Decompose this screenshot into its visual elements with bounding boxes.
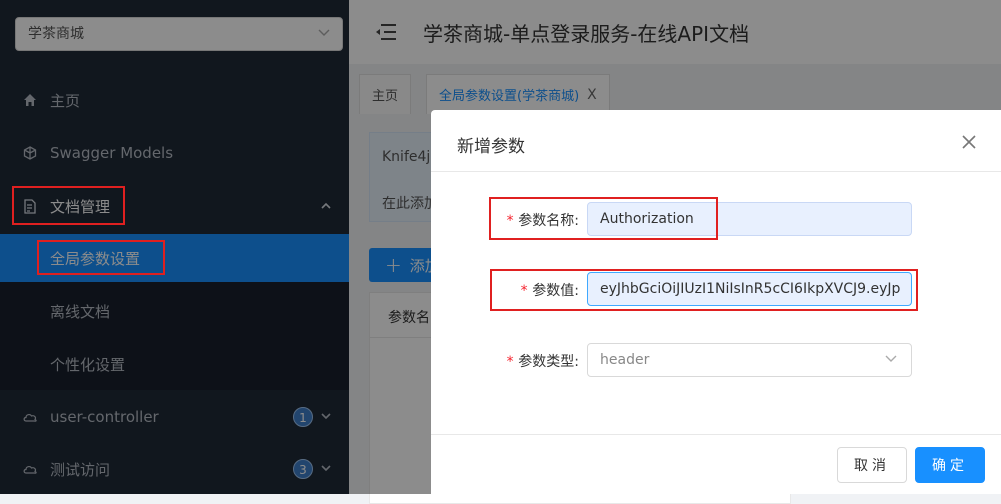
confirm-button[interactable]: 确定	[915, 447, 985, 483]
field-label: * 参数类型:	[505, 354, 579, 370]
modal-title: 新增参数	[457, 137, 525, 157]
form-row-param-type: * 参数类型: header	[431, 343, 1001, 379]
add-param-modal: 新增参数 * 参数名称: Authorization * 参数值: eyJhbGci…	[431, 110, 1001, 494]
param-value-input[interactable]: eyJhbGciOiJIUzI1NiIsInR5cCI6IkpXVCJ9.eyJ…	[587, 272, 912, 306]
divider	[431, 434, 1001, 435]
chevron-down-icon	[885, 355, 897, 362]
required-mark: *	[505, 213, 515, 229]
required-mark: *	[505, 354, 515, 370]
required-mark: *	[519, 283, 529, 299]
field-label: * 参数值:	[519, 283, 579, 299]
select-value: header	[600, 352, 650, 368]
close-icon[interactable]	[961, 134, 977, 150]
field-label: * 参数名称:	[505, 213, 579, 229]
param-type-select[interactable]: header	[587, 343, 912, 377]
cancel-button[interactable]: 取消	[837, 447, 907, 483]
form-row-param-name: * 参数名称: Authorization	[431, 202, 1001, 238]
form-row-param-value: * 参数值: eyJhbGciOiJIUzI1NiIsInR5cCI6IkpXVC…	[431, 272, 1001, 308]
param-name-input[interactable]: Authorization	[587, 202, 912, 236]
divider	[431, 171, 1001, 172]
